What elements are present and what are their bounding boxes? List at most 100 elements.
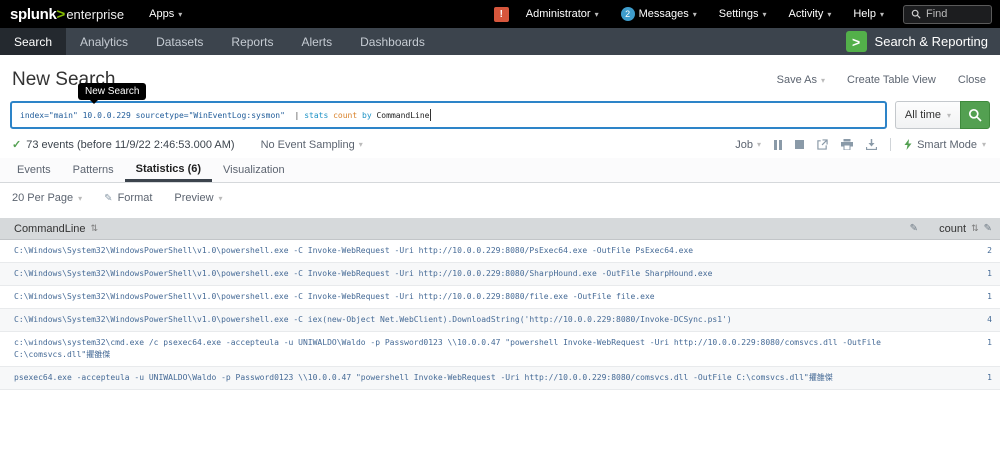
caret-down-icon: ▾ [821,76,825,85]
commandline-cell[interactable]: C:\Windows\System32\WindowsPowerShell\v1… [0,240,926,262]
commandline-cell[interactable]: C:\Windows\System32\WindowsPowerShell\v1… [0,263,926,285]
format-icon: ✎ [104,193,112,204]
search-query-input[interactable]: index="main" 10.0.0.229 sourcetype="WinE… [10,101,887,129]
share-icon [817,139,828,150]
time-range-picker[interactable]: All time ▾ [895,101,960,129]
find-input[interactable] [926,8,984,20]
stop-icon [795,140,804,149]
export-button[interactable] [866,139,877,150]
preview-menu[interactable]: Preview ▾ [174,192,222,204]
format-button[interactable]: ✎ Format [104,192,152,204]
caret-down-icon: ▾ [762,10,766,19]
query-segment: CommandLine [372,111,430,120]
apps-menu[interactable]: Apps ▾ [138,0,193,28]
caret-down-icon: ▾ [595,10,599,19]
splunk-gt-icon: > [57,6,66,23]
commandline-cell[interactable]: psexec64.exe -accepteula -u UNIWALDO\Wal… [0,367,926,389]
appnav-item-datasets[interactable]: Datasets [142,28,217,55]
print-icon [841,139,853,150]
app-name: Search & Reporting [875,34,988,49]
splunk-logo[interactable]: splunk>enterprise [10,6,124,23]
smart-mode-bolt-icon [904,139,912,150]
count-cell[interactable]: 2 [926,240,1000,262]
create-table-view-button[interactable]: Create Table View [847,74,936,86]
user-menu[interactable]: Administrator ▾ [515,0,610,28]
table-row: C:\Windows\System32\WindowsPowerShell\v1… [0,263,1000,286]
table-body: C:\Windows\System32\WindowsPowerShell\v1… [0,240,1000,390]
results-tab-events[interactable]: Events [6,158,62,182]
close-button[interactable]: Close [958,74,986,86]
run-search-button[interactable] [960,101,990,129]
activity-menu[interactable]: Activity ▾ [778,0,843,28]
app-context[interactable]: > Search & Reporting [846,28,1000,55]
messages-menu[interactable]: 2 Messages ▾ [610,0,708,28]
table-row: C:\Windows\System32\WindowsPowerShell\v1… [0,286,1000,309]
results-tabs: EventsPatternsStatistics (6)Visualizatio… [0,158,1000,183]
job-status-row: ✓ 73 events (before 11/9/22 2:46:53.000 … [12,138,986,151]
appnav-item-analytics[interactable]: Analytics [66,28,142,55]
save-as-button[interactable]: Save As ▾ [777,74,825,86]
commandline-cell[interactable]: C:\Windows\System32\WindowsPowerShell\v1… [0,286,926,308]
app-navigation: SearchAnalyticsDatasetsReportsAlertsDash… [0,28,1000,55]
column-header-count[interactable]: count ⇅ ✎ [926,223,1000,235]
count-cell[interactable]: 4 [926,309,1000,331]
find-search-box[interactable] [903,5,992,24]
job-menu[interactable]: Job ▾ [735,139,761,151]
query-segment: by [362,111,372,120]
table-header-row: CommandLine ⇅ ✎ count ⇅ ✎ [0,218,1000,240]
query-segment: stats [304,111,328,120]
commandline-cell[interactable]: c:\windows\system32\cmd.exe /c psexec64.… [0,332,926,366]
caret-down-icon: ▾ [757,140,761,149]
results-toolbar: 20 Per Page ▾ ✎ Format Preview ▾ [0,183,1000,216]
count-cell[interactable]: 1 [926,263,1000,285]
messages-count-badge: 2 [621,7,635,21]
results-tab-visualization[interactable]: Visualization [212,158,296,182]
search-mode-menu[interactable]: Smart Mode ▾ [904,139,986,151]
new-search-tooltip: New Search [78,83,146,100]
caret-down-icon: ▾ [219,194,223,203]
caret-down-icon: ▾ [78,194,82,203]
appnav-item-reports[interactable]: Reports [217,28,287,55]
events-summary[interactable]: 73 events (before 11/9/22 2:46:53.000 AM… [26,139,234,151]
statistics-table: CommandLine ⇅ ✎ count ⇅ ✎ C:\Windows\Sys… [0,218,1000,390]
appnav-item-dashboards[interactable]: Dashboards [346,28,439,55]
table-row: psexec64.exe -accepteula -u UNIWALDO\Wal… [0,367,1000,390]
notification-badge[interactable]: ! [494,7,509,22]
logo-enterprise: enterprise [66,7,124,22]
caret-down-icon: ▾ [827,10,831,19]
caret-down-icon: ▾ [693,10,697,19]
pause-job-button[interactable] [774,140,782,150]
job-done-check-icon: ✓ [12,138,21,151]
results-tab-statistics[interactable]: Statistics (6) [125,158,212,182]
count-cell[interactable]: 1 [926,286,1000,308]
sort-icon[interactable]: ⇅ [91,223,99,234]
results-tab-patterns[interactable]: Patterns [62,158,125,182]
count-cell[interactable]: 1 [926,332,1000,366]
caret-down-icon: ▾ [982,140,986,149]
logo-text: splunk [10,6,57,23]
edit-column-icon[interactable]: ✎ [910,223,918,234]
caret-down-icon: ▾ [947,111,951,120]
pause-icon [774,140,782,150]
header-actions: Save As ▾ Create Table View Close [777,74,986,86]
stop-job-button[interactable] [795,140,804,149]
share-job-button[interactable] [817,139,828,150]
search-magnifier-icon [968,108,982,122]
text-cursor [430,109,431,121]
settings-menu[interactable]: Settings ▾ [708,0,778,28]
event-sampling-menu[interactable]: No Event Sampling ▾ [261,139,363,151]
export-icon [866,139,877,150]
help-menu[interactable]: Help ▾ [842,0,895,28]
edit-column-icon[interactable]: ✎ [984,223,992,234]
appnav-item-alerts[interactable]: Alerts [287,28,346,55]
search-query-text: index="main" 10.0.0.229 sourcetype="WinE… [20,111,429,120]
count-cell[interactable]: 1 [926,367,1000,389]
column-header-commandline[interactable]: CommandLine ⇅ ✎ [0,223,926,235]
per-page-menu[interactable]: 20 Per Page ▾ [12,192,82,204]
sort-icon[interactable]: ⇅ [971,223,979,234]
job-controls: Job ▾ [735,138,986,151]
print-button[interactable] [841,139,853,150]
search-icon [911,9,921,19]
appnav-item-search[interactable]: Search [0,28,66,55]
commandline-cell[interactable]: C:\Windows\System32\WindowsPowerShell\v1… [0,309,926,331]
